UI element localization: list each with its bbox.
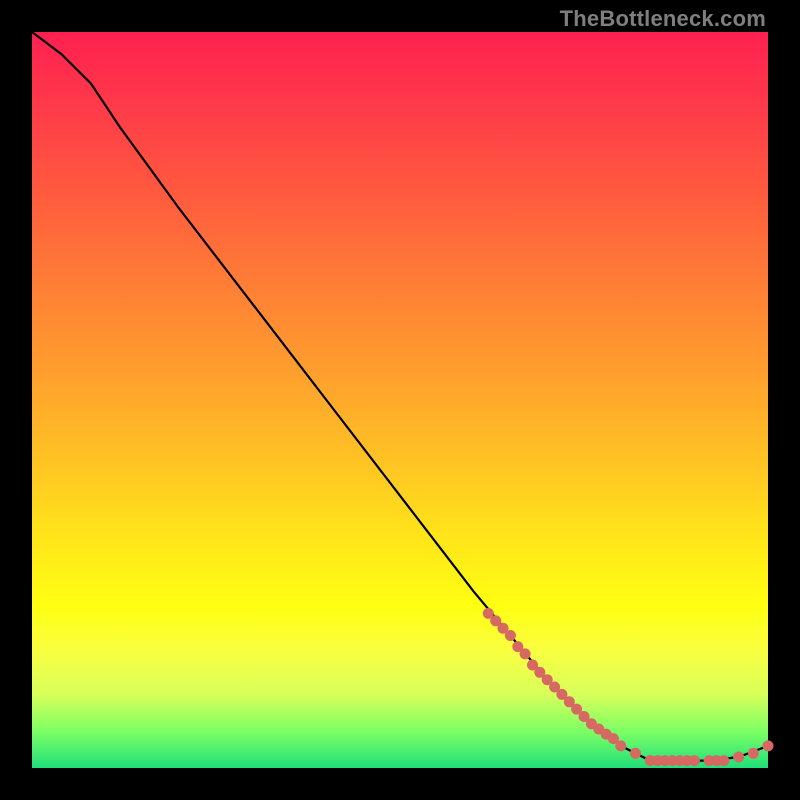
data-marker xyxy=(748,748,759,759)
chart-stage: TheBottleneck.com xyxy=(0,0,800,800)
plot-area xyxy=(32,32,768,768)
data-marker xyxy=(520,648,531,659)
bottleneck-curve xyxy=(32,32,768,761)
data-marker xyxy=(689,755,700,766)
data-marker xyxy=(718,755,729,766)
data-marker xyxy=(763,740,774,751)
data-marker xyxy=(630,748,641,759)
data-marker xyxy=(733,752,744,763)
attribution-label: TheBottleneck.com xyxy=(560,6,766,32)
data-marker xyxy=(615,740,626,751)
data-marker xyxy=(505,630,516,641)
chart-svg xyxy=(32,32,768,768)
data-markers xyxy=(483,608,774,766)
